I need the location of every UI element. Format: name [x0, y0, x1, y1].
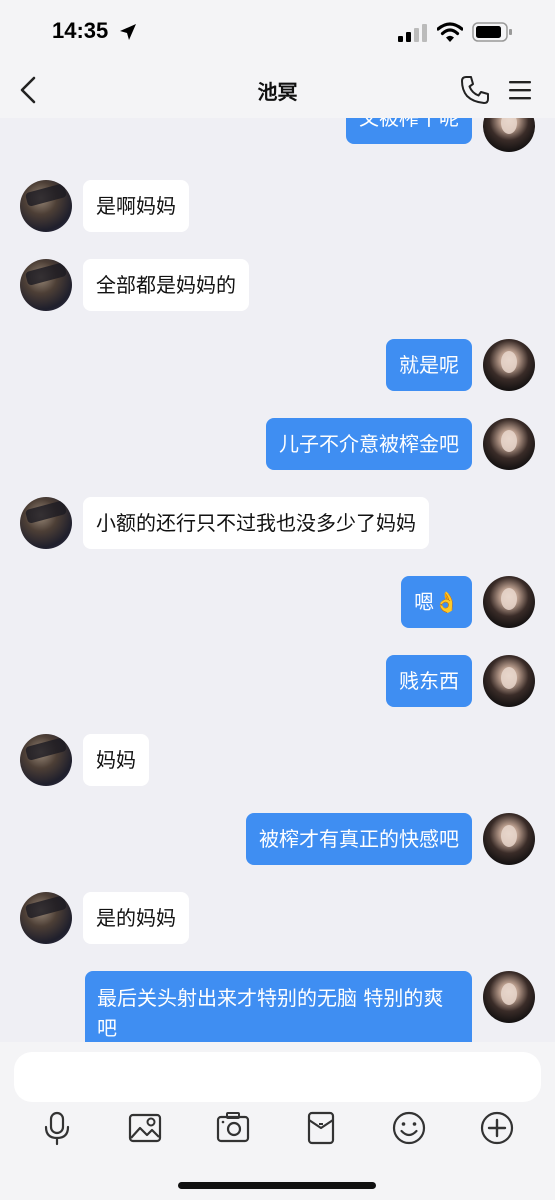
outgoing-message-bubble[interactable]: 贱东西: [386, 655, 472, 707]
contact-avatar[interactable]: [20, 259, 72, 311]
chat-message-list[interactable]: 又被榨干呢 是啊妈妈 全部都是妈妈的 就是呢 儿子不介意被榨金吧 小额的还行只不…: [0, 118, 555, 1042]
my-avatar[interactable]: [483, 339, 535, 391]
outgoing-message-bubble[interactable]: 又被榨干呢: [346, 118, 472, 144]
emoji-icon[interactable]: [391, 1110, 427, 1146]
contact-avatar[interactable]: [20, 734, 72, 786]
camera-icon[interactable]: [215, 1110, 251, 1146]
outgoing-message-bubble[interactable]: 嗯👌: [401, 576, 472, 628]
incoming-message-bubble[interactable]: 是的妈妈: [83, 892, 189, 944]
microphone-icon[interactable]: [39, 1110, 75, 1146]
contact-avatar[interactable]: [20, 497, 72, 549]
location-arrow-icon: [120, 24, 136, 40]
battery-icon: [472, 22, 512, 42]
wifi-icon: [437, 22, 463, 42]
status-bar: 14:35: [0, 0, 555, 62]
nav-bar: 池冥: [0, 62, 555, 118]
menu-icon[interactable]: [505, 76, 535, 104]
outgoing-message-bubble[interactable]: 就是呢: [386, 339, 472, 391]
image-icon[interactable]: [127, 1110, 163, 1146]
incoming-message-bubble[interactable]: 全部都是妈妈的: [83, 259, 249, 311]
incoming-message-bubble[interactable]: 小额的还行只不过我也没多少了妈妈: [83, 497, 429, 549]
plus-icon[interactable]: [479, 1110, 515, 1146]
home-indicator[interactable]: [178, 1182, 376, 1189]
my-avatar[interactable]: [483, 576, 535, 628]
message-input[interactable]: [14, 1052, 541, 1102]
incoming-message-bubble[interactable]: 妈妈: [83, 734, 149, 786]
phone-icon[interactable]: [459, 74, 491, 106]
my-avatar[interactable]: [483, 118, 535, 152]
my-avatar[interactable]: [483, 971, 535, 1023]
my-avatar[interactable]: [483, 418, 535, 470]
outgoing-message-bubble[interactable]: 儿子不介意被榨金吧: [266, 418, 472, 470]
outgoing-message-bubble[interactable]: 最后关头射出来才特别的无脑 特别的爽吧: [85, 971, 472, 1042]
my-avatar[interactable]: [483, 813, 535, 865]
outgoing-message-bubble[interactable]: 被榨才有真正的快感吧: [246, 813, 472, 865]
red-packet-icon[interactable]: [303, 1110, 339, 1146]
my-avatar[interactable]: [483, 655, 535, 707]
cellular-signal-icon: [398, 24, 427, 42]
input-bar: [0, 1042, 555, 1200]
status-time: 14:35: [52, 18, 109, 43]
contact-avatar[interactable]: [20, 180, 72, 232]
incoming-message-bubble[interactable]: 是啊妈妈: [83, 180, 189, 232]
contact-avatar[interactable]: [20, 892, 72, 944]
